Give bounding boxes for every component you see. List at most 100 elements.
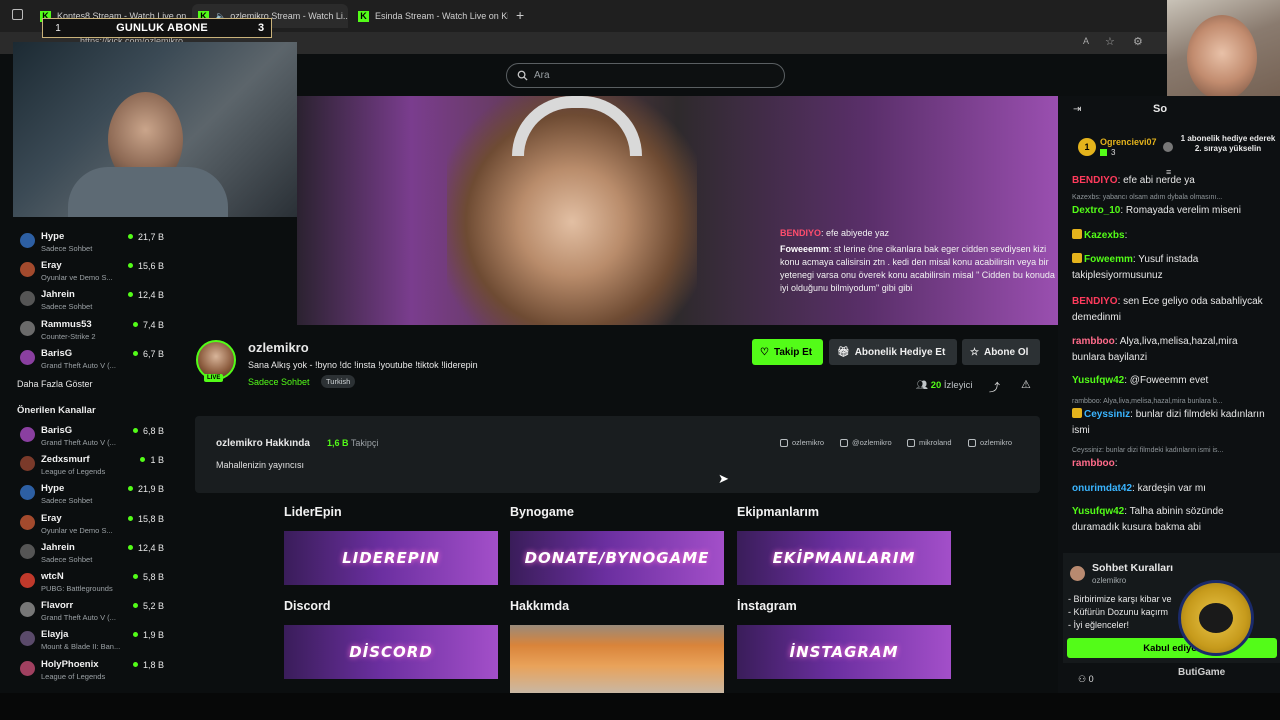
chat-text: : xyxy=(1114,458,1118,469)
viewer-count: 21,7 B xyxy=(137,232,164,242)
sidebar-channel-flavorr[interactable]: Flavorr Grand Theft Auto V (... 5,2 B xyxy=(0,595,172,624)
search-input[interactable]: Ara xyxy=(506,63,785,88)
channel-viewers: 21,7 B xyxy=(127,232,164,242)
social-tiktok[interactable]: ozlemikro xyxy=(968,438,1012,447)
panel-image-cat-photo[interactable] xyxy=(510,625,724,693)
chat-message: onurimdat42: kardeşin var mı xyxy=(1072,481,1272,497)
sidebar-channel-elayja[interactable]: Elayja Mount & Blade II: Ban... 1,9 B xyxy=(0,624,172,653)
chat-username[interactable]: Ceyssiniz xyxy=(1084,409,1130,420)
chat-message: BENDIYO: sen Ece geliyo oda sabahliycak … xyxy=(1072,294,1272,326)
chat-username[interactable]: rambboo xyxy=(1072,336,1115,347)
users-icon: ⚇ xyxy=(1078,674,1087,684)
chat-username[interactable]: Dextro_10 xyxy=(1072,205,1120,216)
panel-image-ekipman[interactable]: EKİPMANLARIM xyxy=(737,531,951,585)
follow-button[interactable]: ♡ Takip Et xyxy=(752,339,823,365)
social-label: mikroland xyxy=(919,438,952,447)
gift-icon: 🎁︎ xyxy=(837,346,850,358)
channel-viewers: 12,4 B xyxy=(127,290,164,300)
daily-sub-counter: 1 GUNLUK ABONE 3 xyxy=(42,18,272,38)
viewer-count: 15,6 B xyxy=(137,261,164,272)
chat-username[interactable]: onurimdat42 xyxy=(1072,483,1132,494)
language-tag[interactable]: Turkish xyxy=(321,375,356,388)
share-icon[interactable]: ⤴ xyxy=(989,379,1000,395)
live-dot-icon xyxy=(127,292,133,298)
bottom-bar xyxy=(0,693,1280,720)
gift-leaderboard: 1 Ogrencievi07 3 1 abonelik hediye edere… xyxy=(1068,130,1280,166)
channel-category: Oyunlar ve Demo S... xyxy=(41,525,113,535)
panel-image-instagram[interactable]: İNSTAGRAM xyxy=(737,625,951,679)
sidebar-channel-jahrein[interactable]: Jahrein Sadece Sohbet 12,4 B xyxy=(0,537,172,566)
extensions-icon[interactable]: ⚙ xyxy=(1133,35,1143,48)
sub-badge-icon xyxy=(1072,229,1082,239)
live-dot-icon xyxy=(127,544,133,550)
report-icon[interactable]: ⚠ xyxy=(1021,378,1031,391)
sidebar-channel-wtcn[interactable]: wtcN PUBG: Battlegrounds 5,8 B xyxy=(0,566,172,595)
tab-esinda[interactable]: K Esinda Stream - Watch Live on Ki... ✕ xyxy=(352,4,508,28)
collapse-chat-icon[interactable]: ⇥ xyxy=(1073,104,1081,115)
channel-avatar xyxy=(20,262,35,278)
channel-viewers: 6,7 B xyxy=(132,349,164,359)
social-youtube[interactable]: @ozlemikro xyxy=(840,438,892,447)
viewer-count: 12,4 B xyxy=(137,542,164,553)
chat-message: Kazexbs: xyxy=(1072,228,1272,244)
favorite-icon[interactable]: ☆ xyxy=(1105,35,1115,48)
rule-line: - Birbirimize karşı kibar ve xyxy=(1068,594,1172,604)
viewer-count: 1,8 B xyxy=(142,659,164,670)
youtube-icon xyxy=(840,438,848,447)
chat-text: : kardeşin var mı xyxy=(1132,483,1206,494)
chat-username[interactable]: Yusufqw42 xyxy=(1072,506,1124,517)
sub-badge-icon xyxy=(1072,253,1082,263)
sidebar-channel-eray[interactable]: Eray Oyunlar ve Demo S... 15,8 B xyxy=(0,508,172,537)
sidebar-channel-barisg[interactable]: BarisG Grand Theft Auto V (... 6,8 B xyxy=(0,420,172,449)
sidebar-channel-jahrein[interactable]: Jahrein Sadece Sohbet 12,4 B xyxy=(0,284,172,313)
streamer-webcam-left xyxy=(13,42,297,217)
chat-username[interactable]: rambboo xyxy=(1072,458,1115,469)
read-aloud-icon[interactable]: A xyxy=(1083,36,1089,46)
social-label: ozlemikro xyxy=(792,438,825,447)
subscribe-button[interactable]: ☆ Abone Ol xyxy=(962,339,1040,365)
daily-sub-rank: 1 xyxy=(55,22,61,34)
viewer-count: 5,2 B xyxy=(142,601,164,612)
social-instagram[interactable]: ozlemikro xyxy=(780,438,824,447)
sidebar-channel-holyphoenix[interactable]: HolyPhoenix League of Legends 1,8 B xyxy=(0,654,172,683)
panel-image-text: LIDEREPIN xyxy=(342,549,440,567)
panel-title: Discord xyxy=(284,599,331,613)
sidebar-channel-hype[interactable]: Hype Sadece Sohbet 21,9 B xyxy=(0,478,172,507)
sidebar-channel-zedxsmurf[interactable]: Zedxsmurf League of Legends 1 B xyxy=(0,449,172,478)
channel-name[interactable]: ozlemikro xyxy=(248,340,309,355)
sidebar-channel-rammus53[interactable]: Rammus53 Counter-Strike 2 7,4 B xyxy=(0,314,172,343)
channel-category: Sadece Sohbet xyxy=(41,496,93,506)
gift-sub-button[interactable]: 🎁︎ Abonelik Hediye Et xyxy=(829,339,957,365)
social-discord[interactable]: mikroland xyxy=(907,438,952,447)
chat-username[interactable]: Yusufqw42 xyxy=(1072,375,1124,386)
panel-image-bynogame[interactable]: DONATE/BYNOGAME xyxy=(510,531,724,585)
channel-name: Eray xyxy=(41,260,62,272)
chat-username[interactable]: Foweemm xyxy=(1084,254,1133,265)
new-tab-icon[interactable]: + xyxy=(516,7,524,23)
sidebar-channel-eray[interactable]: Eray Oyunlar ve Demo S... 15,6 B xyxy=(0,255,172,284)
leader-hint: 1 abonelik hediye ederek 2. sıraya yükse… xyxy=(1180,134,1276,153)
panel-image-discord[interactable]: DİSCORD xyxy=(284,625,498,679)
channel-category: Counter-Strike 2 xyxy=(41,331,96,341)
viewer-label: İzleyici xyxy=(943,380,973,391)
tab-actions-icon[interactable] xyxy=(12,9,23,20)
follow-label: Takip Et xyxy=(773,346,813,358)
chat-message: Yusufqw42: @Foweemm evet xyxy=(1072,373,1272,389)
channel-name: Eray xyxy=(41,512,62,524)
channel-viewers: 5,8 B xyxy=(132,572,164,582)
channel-name: HolyPhoenix xyxy=(41,658,99,670)
show-more-link[interactable]: Daha Fazla Göster xyxy=(17,379,93,389)
sidebar-channel-barisg[interactable]: BarisG Grand Theft Auto V (... 6,7 B xyxy=(0,343,172,372)
stream-category-link[interactable]: Sadece Sohbet xyxy=(248,377,310,387)
channel-name: Flavorr xyxy=(41,600,74,612)
panel-title: LiderEpin xyxy=(284,505,342,519)
chat-username[interactable]: BENDIYO xyxy=(1072,296,1118,307)
sidebar-channel-hype[interactable]: Hype Sadece Sohbet 21,7 B xyxy=(0,226,172,255)
about-section xyxy=(195,416,1040,493)
chat-username[interactable]: BENDIYO xyxy=(1072,175,1118,186)
chat-username[interactable]: Kazexbs xyxy=(1084,230,1125,241)
sidebar: Hype Sadece Sohbet 21,7 B Eray Oyunlar ve De… xyxy=(0,217,172,693)
channel-category: Mount & Blade II: Ban... xyxy=(41,642,121,652)
chat-text: : xyxy=(1124,230,1128,241)
panel-image-liderepin[interactable]: LIDEREPIN xyxy=(284,531,498,585)
